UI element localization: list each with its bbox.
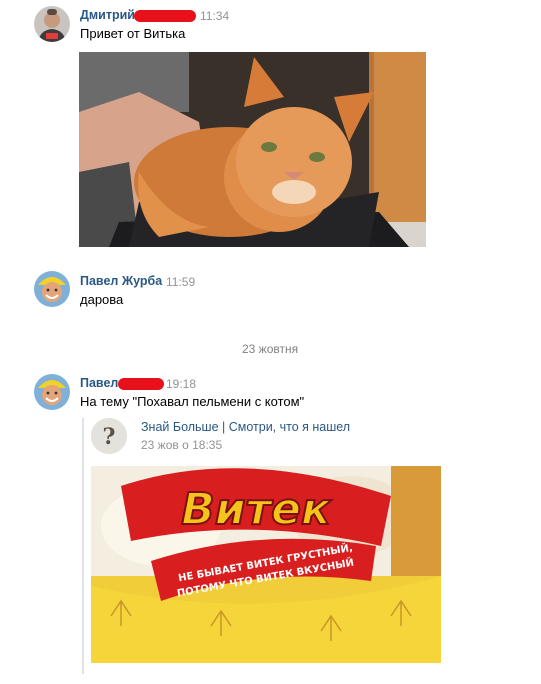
- message-author[interactable]: Дмитрий: [80, 8, 135, 22]
- repost-photo[interactable]: Витек НЕ БЫВАЕТ ВИТЕК ГРУСТНЫЙ, ПОТОМУ Ч…: [91, 466, 441, 663]
- message-time[interactable]: 19:18: [166, 377, 196, 391]
- message-text: Привет от Витька: [80, 26, 186, 41]
- avatar-pavel[interactable]: [34, 374, 70, 410]
- group-avatar[interactable]: ?: [91, 418, 127, 454]
- message-text: На тему "Похавал пельмени с котом": [80, 394, 305, 409]
- question-mark-icon: ?: [91, 418, 127, 454]
- message-text: дарова: [80, 292, 124, 307]
- repost-date[interactable]: 23 жов о 18:35: [141, 438, 222, 452]
- repost-border: [82, 418, 84, 674]
- repost-group-name[interactable]: Знай Больше | Смотри, что я нашел: [141, 420, 350, 434]
- cat-photo[interactable]: [79, 52, 426, 247]
- message-time[interactable]: 11:34: [200, 9, 229, 23]
- svg-text:?: ?: [103, 424, 116, 450]
- redaction-mark: [134, 10, 196, 22]
- message-author[interactable]: Павел: [80, 376, 118, 390]
- package-brand-text: Витек: [181, 484, 332, 535]
- date-separator: 23 жовтня: [242, 342, 299, 356]
- message-time[interactable]: 11:59: [166, 275, 195, 289]
- avatar-dmitriy[interactable]: [34, 6, 70, 42]
- avatar-pavel-zhurba[interactable]: [34, 271, 70, 307]
- redaction-mark: [118, 378, 164, 390]
- message-author[interactable]: Павел Журба: [80, 274, 162, 288]
